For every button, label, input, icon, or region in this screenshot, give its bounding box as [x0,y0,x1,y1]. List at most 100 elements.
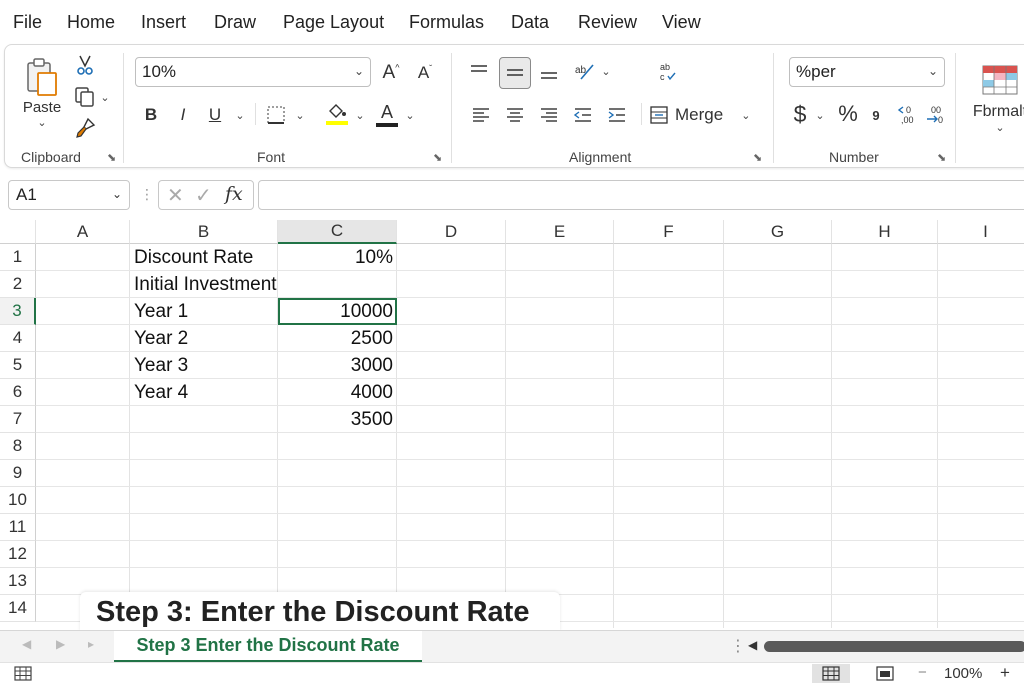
chevron-down-icon[interactable]: ⌄ [293,107,307,123]
dialog-launcher-icon[interactable]: ⬊ [753,151,762,164]
scroll-right-icon[interactable]: ▶ [56,637,65,651]
column-header-h[interactable]: H [832,220,938,244]
splitter-handle-icon[interactable]: ⋮ [730,636,746,656]
column-header-d[interactable]: D [397,220,506,244]
column-header-c[interactable]: C [278,220,397,244]
menu-formulas[interactable]: Formulas [409,12,484,33]
fill-color-button[interactable] [323,99,351,129]
currency-button[interactable]: $ [789,99,811,129]
insert-function-button[interactable]: fx [225,183,243,205]
scroll-left-arrow-icon[interactable]: ◀ [748,638,757,652]
menu-data[interactable]: Data [511,12,549,33]
cell-b1[interactable]: Discount Rate [130,244,278,271]
cell-c7[interactable]: 3500 [278,406,397,433]
wrap-text-button[interactable]: ab c [653,57,681,87]
align-center-button[interactable] [501,101,529,129]
row-header-5[interactable]: 5 [0,352,36,379]
menu-review[interactable]: Review [578,12,637,33]
dialog-launcher-icon[interactable]: ⬊ [107,151,116,164]
column-header-a[interactable]: A [36,220,130,244]
chevron-down-icon[interactable]: ⌄ [353,107,367,123]
more-sheets-icon[interactable]: ▸ [88,637,94,651]
cell-b6[interactable]: Year 4 [130,379,278,406]
scroll-left-icon[interactable]: ◀ [22,637,31,651]
cell-b4[interactable]: Year 2 [130,325,278,352]
cell-b5[interactable]: Year 3 [130,352,278,379]
row-header-6[interactable]: 6 [0,379,36,406]
column-header-b[interactable]: B [130,220,278,244]
chevron-down-icon[interactable]: ⌄ [599,63,613,79]
row-header-9[interactable]: 9 [0,460,36,487]
format-as-table-button[interactable]: Fbrmalt ⌄ [965,53,1024,145]
column-header-i[interactable]: I [938,220,1024,244]
column-header-g[interactable]: G [724,220,832,244]
format-painter-button[interactable] [71,115,99,141]
cell-c4[interactable]: 2500 [278,325,397,352]
row-header-14[interactable]: 14 [0,595,36,622]
increase-indent-button[interactable] [603,101,631,129]
increase-font-size-button[interactable]: A^ [377,59,405,87]
enter-check-icon[interactable]: ✓ [195,183,212,208]
row-header-7[interactable]: 7 [0,406,36,433]
row-header-13[interactable]: 13 [0,568,36,595]
number-format-combo[interactable]: %per ⌄ [789,57,945,87]
align-right-button[interactable] [535,101,563,129]
dialog-launcher-icon[interactable]: ⬊ [433,151,442,164]
cell-b3[interactable]: Year 1 [130,298,278,325]
cancel-icon[interactable]: ✕ [167,183,184,208]
menu-draw[interactable]: Draw [214,12,256,33]
decrease-decimal-button[interactable]: 00 0 [923,99,949,129]
row-header-2[interactable]: 2 [0,271,36,298]
sheet-tab-step-3[interactable]: Step 3 Enter the Discount Rate [114,631,422,663]
row-header-8[interactable]: 8 [0,433,36,460]
decrease-indent-button[interactable] [569,101,597,129]
column-header-e[interactable]: E [506,220,614,244]
normal-view-button[interactable] [812,664,850,683]
chevron-down-icon[interactable]: ⌄ [403,107,417,123]
cell-c5[interactable]: 3000 [278,352,397,379]
borders-button[interactable] [263,101,289,129]
zoom-level[interactable]: 100% [944,665,982,682]
align-middle-button[interactable] [499,57,531,89]
row-header-4[interactable]: 4 [0,325,36,352]
row-header-3[interactable]: 3 [0,298,36,325]
font-color-button[interactable]: A [373,99,401,129]
drag-handle-icon[interactable]: ⋮ [140,186,154,203]
chevron-down-icon[interactable]: ⌄ [233,107,247,123]
copy-button[interactable]: ⌄ [69,83,115,111]
decrease-font-size-button[interactable]: Aˇ [411,59,439,87]
cell-b2[interactable]: Initial Investment [130,271,278,298]
page-layout-view-icon[interactable] [876,666,894,681]
cell-c1[interactable]: 10% [278,244,397,271]
comma-style-button[interactable]: 9 [867,103,885,127]
bold-button[interactable]: B [139,101,163,129]
column-header-f[interactable]: F [614,220,724,244]
align-bottom-button[interactable] [535,59,563,87]
percent-button[interactable]: % [835,99,861,129]
zoom-in-button[interactable]: + [1000,663,1010,683]
formula-input[interactable] [258,180,1024,210]
cell-c6[interactable]: 4000 [278,379,397,406]
menu-view[interactable]: View [662,12,701,33]
orientation-button[interactable]: ab [569,57,599,85]
menu-page-layout[interactable]: Page Layout [283,12,384,33]
merge-button[interactable]: Merge ⌄ [649,101,759,129]
align-top-button[interactable] [465,57,493,85]
menu-home[interactable]: Home [67,12,115,33]
align-left-button[interactable] [467,101,495,129]
row-header-10[interactable]: 10 [0,487,36,514]
row-header-1[interactable]: 1 [0,244,36,271]
paste-button[interactable]: Paste ⌄ [19,51,65,135]
chevron-down-icon[interactable]: ⌄ [813,107,827,123]
cut-button[interactable] [73,51,97,79]
increase-decimal-button[interactable]: 0,00 [895,99,921,129]
menu-insert[interactable]: Insert [141,12,186,33]
row-header-11[interactable]: 11 [0,514,36,541]
dialog-launcher-icon[interactable]: ⬊ [937,151,946,164]
name-box[interactable]: A1 ⌄ [8,180,130,210]
italic-button[interactable]: I [171,101,195,129]
zoom-out-button[interactable]: − [918,664,927,681]
underline-button[interactable]: U [203,101,227,129]
horizontal-scrollbar[interactable] [764,641,1024,652]
row-header-12[interactable]: 12 [0,541,36,568]
